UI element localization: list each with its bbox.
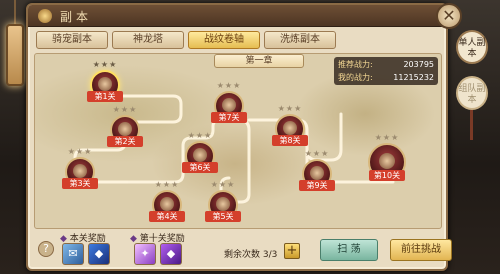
stage-node-5[interactable]: ★★★ 第5关 [205,180,241,222]
stage-stars: ★★★ [112,105,138,114]
stage-stars: ★★★ [216,81,242,90]
boss-avatar [98,77,112,91]
boss-avatar [379,153,395,169]
reward-item-blue-gem[interactable]: ◆ [88,243,110,265]
boss-avatar [310,166,324,180]
stage-label: 第8关 [272,135,308,146]
remaining-value: 3/3 [262,250,278,260]
stage-node-2[interactable]: ★★★ 第2关 [107,105,143,147]
chapter-title: 第一章 [214,54,304,68]
stage-stars: ★★★ [92,60,118,69]
stage-node-10[interactable]: ★★★ 第10关 [368,133,406,181]
side-tab-team-dungeon[interactable]: 组队副本 [456,76,488,110]
stage-node-8[interactable]: ★★★ 第8关 [272,104,308,146]
stage-stars: ★★★ [210,180,236,189]
card-icon: ✦ [140,247,150,260]
close-icon: ✕ [442,6,456,25]
challenge-button[interactable]: 前往挑战 [390,239,452,261]
stage-stars: ★★★ [277,104,303,113]
boss-avatar [283,121,297,135]
my-power-label: 我的战力: [338,73,373,82]
help-button[interactable]: ? [38,241,54,257]
remaining-attempts: 剩余次数 3/3 [224,247,277,260]
boss-avatar [216,197,230,211]
stage-label: 第10关 [369,170,405,181]
reward-item-purple-gem[interactable]: ◆ [160,243,182,265]
stage-label: 第7关 [211,112,247,123]
tab-dragon-tower[interactable]: 神龙塔 [112,31,184,49]
title-bar: 副本 ✕ [28,3,462,29]
stage-label: 第5关 [205,211,241,222]
remaining-label: 剩余次数 [224,250,261,260]
stage-node-9[interactable]: ★★★ 第9关 [299,149,335,191]
stage-label: 第1关 [87,91,123,102]
stage-label: 第6关 [182,162,218,173]
close-button[interactable]: ✕ [436,3,462,29]
my-power-value: 11215232 [393,73,434,82]
stage-label: 第2关 [107,136,143,147]
reward-item-purple-card[interactable]: ✦ [134,243,156,265]
stage-node-3[interactable]: ★★★ 第3关 [62,147,98,189]
recommended-power-value: 203795 [403,60,434,69]
window-title: 副本 [60,10,93,24]
tab-refine-dungeon[interactable]: 洗炼副本 [264,31,336,49]
stage-label: 第3关 [62,178,98,189]
side-tab-single-dungeon[interactable]: 单人副本 [456,30,488,64]
gem-icon: ◆ [94,247,104,260]
dungeon-icon [38,9,52,23]
tab-battle-scroll[interactable]: 战纹卷轴 [188,31,260,49]
dungeon-panel: 副本 ✕ 骑宠副本 神龙塔 战纹卷轴 洗炼副本 ★★★ 第1关 ★★★ 第2关 [26,3,462,271]
bottom-bar: ? ◆ 本关奖励 ✉ ◆ ◆ 第十关奖励 ✦ ◆ 剩余次数 3/3 + 扫 荡 … [34,231,452,271]
stage-stars: ★★★ [154,180,180,189]
boss-avatar [118,122,132,136]
boss-avatar [160,197,174,211]
stage-node-1[interactable]: ★★★ 第1关 [87,60,123,102]
stage-node-4[interactable]: ★★★ 第4关 [149,180,185,222]
lantern-decoration [6,24,24,86]
reward-item-scroll[interactable]: ✉ [62,243,84,265]
add-attempts-button[interactable]: + [284,243,300,259]
dungeon-tabs: 骑宠副本 神龙塔 战纹卷轴 洗炼副本 [36,31,336,49]
stage-node-6[interactable]: ★★★ 第6关 [182,131,218,173]
stage-stars: ★★★ [67,147,93,156]
stage-stars: ★★★ [374,133,400,142]
lantern-cord [14,0,16,24]
stage-label: 第9关 [299,180,335,191]
scroll-icon: ✉ [68,247,78,260]
gem-icon: ◆ [166,247,176,260]
tab-mount-dungeon[interactable]: 骑宠副本 [36,31,108,49]
recommended-power-label: 推荐战力: [338,60,373,69]
side-decoration [470,110,473,140]
sweep-button[interactable]: 扫 荡 [320,239,378,261]
stage-node-7[interactable]: ★★★ 第7关 [211,81,247,123]
stage-stars: ★★★ [304,149,330,158]
boss-avatar [73,164,87,178]
stage-label: 第4关 [149,211,185,222]
boss-avatar [222,98,236,112]
power-panel: 推荐战力: 203795 我的战力: 11215232 [334,57,438,85]
boss-avatar [193,148,207,162]
stage-stars: ★★★ [187,131,213,140]
